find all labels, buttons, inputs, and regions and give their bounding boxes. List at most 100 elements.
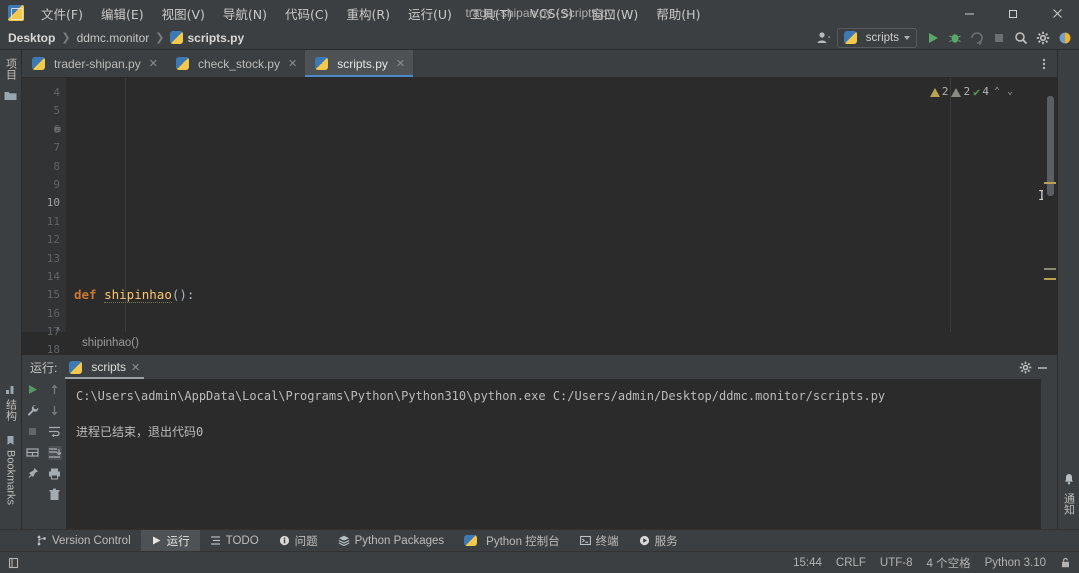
branch-icon bbox=[37, 535, 46, 546]
run-console-output[interactable]: C:\Users\admin\AppData\Local\Programs\Py… bbox=[66, 379, 1041, 529]
down-arrow-icon[interactable] bbox=[48, 404, 62, 418]
status-interpreter[interactable]: Python 3.10 bbox=[985, 557, 1046, 569]
menu-run[interactable]: 运行(U) bbox=[399, 0, 461, 27]
run-tool-header: 运行: scripts ✕ bbox=[22, 355, 1057, 379]
menu-code[interactable]: 代码(C) bbox=[276, 0, 337, 27]
menu-refactor[interactable]: 重构(R) bbox=[338, 0, 399, 27]
status-indent[interactable]: 4 个空格 bbox=[927, 555, 971, 571]
debug-button[interactable] bbox=[945, 28, 965, 48]
python-file-icon bbox=[170, 31, 184, 44]
stop-button[interactable] bbox=[989, 28, 1009, 48]
lock-icon[interactable] bbox=[1060, 557, 1071, 568]
sidebar-item-notifications[interactable]: 通知 bbox=[1061, 489, 1077, 519]
chevron-up-icon[interactable]: ⌃ bbox=[992, 83, 1002, 101]
print-icon[interactable] bbox=[48, 467, 62, 481]
menu-help[interactable]: 帮助(H) bbox=[647, 0, 709, 27]
editor-scrollbar[interactable] bbox=[1043, 78, 1057, 332]
tool-button-run[interactable]: 运行 bbox=[140, 529, 200, 552]
gear-icon[interactable] bbox=[1019, 361, 1032, 374]
ok-count[interactable]: ✔ 4 bbox=[973, 83, 989, 101]
fold-collapse-icon[interactable]: ⊟ bbox=[52, 121, 64, 139]
editor-tab-trader-shipan[interactable]: trader-shipan.py ✕ bbox=[22, 50, 166, 77]
breadcrumb-item-ddmc-monitor[interactable]: ddmc.monitor bbox=[77, 31, 150, 45]
rerun-icon[interactable] bbox=[26, 383, 40, 397]
trash-icon[interactable] bbox=[48, 488, 62, 502]
editor-tab-options[interactable] bbox=[1037, 50, 1057, 77]
tool-button-python-packages[interactable]: Python Packages bbox=[328, 530, 455, 552]
navigation-bar: Desktop ❯ ddmc.monitor ❯ scripts.py scri… bbox=[0, 26, 1079, 50]
minimize-icon[interactable] bbox=[1036, 361, 1049, 374]
breadcrumb-item-desktop[interactable]: Desktop bbox=[8, 31, 55, 45]
sidebar-item-bookmarks[interactable]: Bookmarks bbox=[5, 431, 17, 509]
sidebar-item-project[interactable]: 项目 bbox=[3, 54, 19, 84]
pin-icon[interactable] bbox=[26, 467, 40, 481]
menu-navigate[interactable]: 导航(N) bbox=[214, 0, 276, 27]
editor-column: trader-shipan.py ✕ check_stock.py ✕ scri… bbox=[22, 50, 1057, 529]
window-controls bbox=[947, 0, 1079, 26]
soft-wrap-icon[interactable] bbox=[48, 425, 62, 439]
menu-vcs[interactable]: VCS(S) bbox=[521, 2, 582, 25]
run-session-tab[interactable]: scripts ✕ bbox=[63, 355, 146, 379]
services-icon bbox=[639, 535, 649, 546]
status-encoding[interactable]: UTF-8 bbox=[880, 557, 913, 569]
close-icon[interactable]: ✕ bbox=[149, 57, 158, 70]
menu-file[interactable]: 文件(F) bbox=[32, 0, 92, 27]
error-stripe-mark[interactable] bbox=[1044, 182, 1056, 184]
close-icon[interactable]: ✕ bbox=[131, 361, 140, 374]
run-tool-body: C:\Users\admin\AppData\Local\Programs\Py… bbox=[22, 379, 1057, 529]
run-button[interactable] bbox=[923, 28, 943, 48]
folder-icon[interactable] bbox=[4, 90, 17, 101]
stop-icon[interactable] bbox=[26, 425, 40, 439]
minimize-button[interactable] bbox=[947, 0, 991, 26]
notifications-bell-icon[interactable] bbox=[1063, 473, 1075, 485]
menu-edit[interactable]: 编辑(E) bbox=[92, 0, 153, 27]
search-icon[interactable] bbox=[1011, 28, 1031, 48]
run-configuration-selector[interactable]: scripts bbox=[836, 27, 917, 48]
wrench-icon[interactable] bbox=[26, 404, 40, 418]
python-icon bbox=[464, 535, 478, 546]
status-line-separator[interactable]: CRLF bbox=[836, 557, 866, 569]
editor-tab-scripts[interactable]: scripts.py ✕ bbox=[305, 50, 414, 77]
close-icon[interactable]: ✕ bbox=[288, 57, 297, 70]
error-stripe-mark[interactable] bbox=[1044, 268, 1056, 270]
layout-icon[interactable] bbox=[26, 446, 40, 460]
run-console-scrollbar[interactable] bbox=[1041, 379, 1057, 529]
python-file-icon bbox=[175, 57, 189, 70]
fold-column[interactable]: ⊟ ⌃ bbox=[52, 84, 64, 360]
sidebar-item-structure[interactable]: 结构 bbox=[3, 380, 19, 425]
code-editor[interactable]: 4 5 6 7 8 9 10 11 12 13 14 15 16 17 18 ⊟… bbox=[22, 78, 1057, 356]
code-text-area[interactable]: def shipinhao(): import pywinauto subpro… bbox=[66, 78, 1043, 332]
updates-icon[interactable] bbox=[1055, 28, 1075, 48]
run-session-label: scripts bbox=[91, 360, 127, 374]
tool-button-version-control[interactable]: Version Control bbox=[26, 530, 141, 552]
error-stripe-mark[interactable] bbox=[1044, 278, 1056, 280]
editor-gutter[interactable]: 4 5 6 7 8 9 10 11 12 13 14 15 16 17 18 ⊟… bbox=[22, 78, 66, 356]
tool-button-todo[interactable]: TODO bbox=[200, 530, 269, 552]
editor-tab-check-stock[interactable]: check_stock.py ✕ bbox=[166, 50, 305, 77]
gear-icon[interactable] bbox=[1033, 28, 1053, 48]
maximize-button[interactable] bbox=[991, 0, 1035, 26]
fold-end-icon[interactable]: ⌃ bbox=[52, 323, 64, 341]
tool-button-python-console[interactable]: Python 控制台 bbox=[454, 530, 570, 552]
up-arrow-icon[interactable] bbox=[48, 383, 62, 397]
inspection-widget[interactable]: 2 2 ✔ 4 ⌃ ⌄ bbox=[929, 83, 1015, 101]
run-with-coverage-button[interactable] bbox=[967, 28, 987, 48]
tool-button-problems[interactable]: 问题 bbox=[269, 530, 328, 552]
user-icon[interactable] bbox=[814, 28, 835, 48]
chevron-down-icon[interactable]: ⌄ bbox=[1005, 83, 1015, 101]
menu-view[interactable]: 视图(V) bbox=[153, 0, 214, 27]
warning-count[interactable]: 2 bbox=[929, 83, 948, 101]
menu-window[interactable]: 窗口(W) bbox=[582, 0, 647, 27]
weak-warning-count[interactable]: 2 bbox=[951, 83, 970, 101]
tool-button-terminal[interactable]: 终端 bbox=[570, 530, 629, 552]
window-icon[interactable] bbox=[8, 557, 20, 569]
close-icon[interactable]: ✕ bbox=[396, 57, 405, 70]
scroll-end-icon[interactable] bbox=[48, 446, 62, 460]
tool-button-services[interactable]: 服务 bbox=[629, 530, 688, 552]
breadcrumb-item-scripts-py[interactable]: scripts.py bbox=[187, 31, 244, 45]
scrollbar-thumb[interactable] bbox=[1047, 96, 1054, 196]
console-command: C:\Users\admin\AppData\Local\Programs\Py… bbox=[76, 389, 886, 403]
close-button[interactable] bbox=[1035, 0, 1079, 26]
menu-tools[interactable]: 工具(T) bbox=[461, 0, 521, 27]
